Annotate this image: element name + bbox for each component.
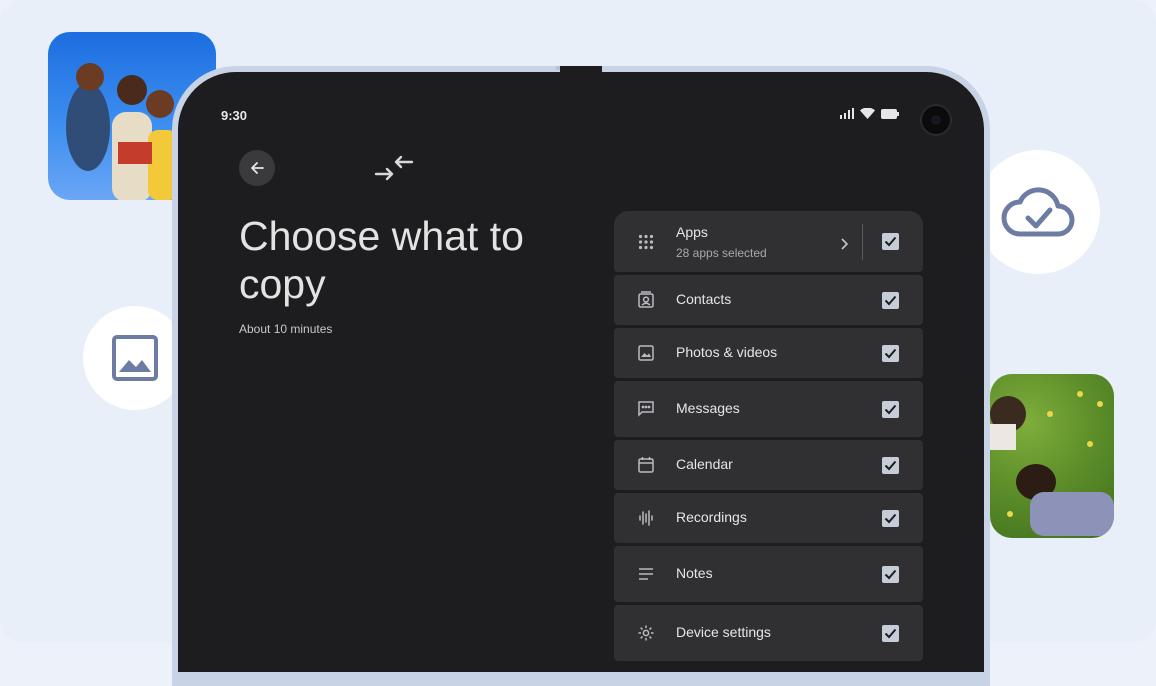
gear-icon	[636, 623, 656, 643]
list-item-device-settings[interactable]: Device settings	[614, 605, 923, 661]
check-icon	[884, 295, 897, 306]
checkbox-notes[interactable]	[882, 566, 899, 583]
notes-icon	[636, 564, 656, 584]
list-item-photos-videos[interactable]: Photos & videos	[614, 328, 923, 378]
waveform-icon	[636, 508, 656, 528]
message-icon	[636, 399, 656, 419]
list-item-label: Recordings	[676, 509, 747, 525]
check-icon	[884, 513, 897, 524]
cloud-check-badge	[976, 150, 1100, 274]
list-item-label: Notes	[676, 565, 713, 581]
checkbox-calendar[interactable]	[882, 457, 899, 474]
hinge-notch	[560, 66, 602, 86]
checkbox-recordings[interactable]	[882, 510, 899, 527]
list-item-label: Apps	[676, 224, 708, 240]
list-item-sublabel: 28 apps selected	[676, 246, 767, 260]
check-icon	[884, 569, 897, 580]
checkbox-apps[interactable]	[882, 233, 899, 250]
checkbox-device-settings[interactable]	[882, 625, 899, 642]
cloud-check-icon	[1001, 187, 1075, 237]
check-icon	[884, 348, 897, 359]
arrow-left-icon	[251, 162, 264, 174]
image-icon	[112, 335, 158, 381]
list-item-messages[interactable]: Messages	[614, 381, 923, 437]
checkbox-photos-videos[interactable]	[882, 345, 899, 362]
battery-icon	[881, 108, 899, 119]
status-icons	[840, 108, 899, 119]
apps-grid-icon	[636, 232, 656, 252]
list-item-recordings[interactable]: Recordings	[614, 493, 923, 543]
status-time: 9:30	[221, 108, 248, 123]
list-item-label: Contacts	[676, 291, 732, 307]
transfer-icon	[374, 152, 414, 188]
contacts-icon	[636, 290, 656, 310]
checkbox-contacts[interactable]	[882, 292, 899, 309]
check-icon	[884, 404, 897, 415]
list-item-calendar[interactable]: Calendar	[614, 440, 923, 490]
list-item-label: Calendar	[676, 456, 733, 472]
list-item-apps[interactable]: Apps 28 apps selected	[614, 211, 923, 272]
list-item-label: Device settings	[676, 624, 771, 640]
signal-icon	[840, 108, 854, 119]
photo-icon	[636, 343, 656, 363]
checkbox-messages[interactable]	[882, 401, 899, 418]
list-item-contacts[interactable]: Contacts	[614, 275, 923, 325]
back-button[interactable]	[239, 150, 275, 186]
wifi-icon	[860, 108, 875, 119]
decorative-photo-lawn	[990, 374, 1114, 538]
page-title: Choose what to copy	[239, 213, 524, 307]
check-icon	[884, 628, 897, 639]
duration-estimate: About 10 minutes	[239, 322, 333, 336]
list-item-label: Messages	[676, 400, 740, 416]
check-icon	[884, 460, 897, 471]
calendar-icon	[636, 455, 656, 475]
divider	[862, 224, 863, 260]
chevron-right-icon[interactable]	[840, 235, 849, 254]
front-camera	[920, 104, 952, 136]
check-icon	[884, 236, 897, 247]
list-item-label: Photos & videos	[676, 344, 778, 360]
list-item-notes[interactable]: Notes	[614, 546, 923, 602]
